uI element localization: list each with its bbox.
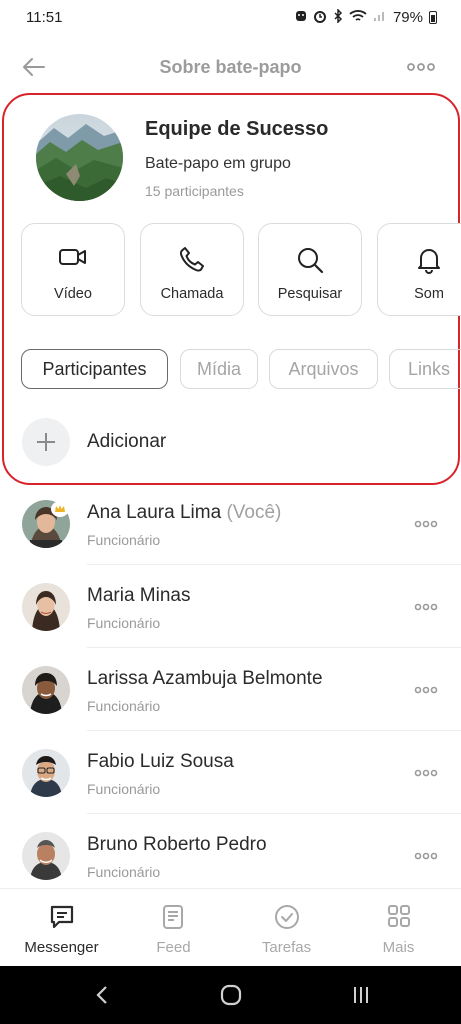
- nav-messenger-label: Messenger: [24, 939, 99, 956]
- video-call-label: Vídeo: [54, 286, 92, 302]
- group-avatar[interactable]: [36, 114, 123, 201]
- member-role: Funcionário: [87, 532, 161, 548]
- add-circle: [22, 418, 70, 466]
- recents-icon: [354, 987, 368, 1003]
- phone-icon: [179, 247, 204, 272]
- wifi-icon: [349, 9, 367, 26]
- member-role: Funcionário: [87, 781, 161, 797]
- feed-icon: [162, 905, 183, 929]
- signal-icon: [373, 9, 387, 25]
- chevron-left-icon: [96, 986, 107, 1004]
- member-name: Ana Laura Lima (Você): [87, 502, 282, 523]
- more-horizontal-icon: [414, 686, 438, 694]
- status-bar: 11:51 79%: [0, 0, 461, 34]
- mountain-landscape-image: [36, 114, 123, 201]
- section-tabs: Participantes Mídia Arquivos Links: [21, 349, 461, 391]
- member-name: Maria Minas: [87, 585, 191, 606]
- sound-button[interactable]: Som: [377, 223, 461, 316]
- action-buttons-row: Vídeo Chamada Pesquisar Som: [21, 223, 461, 317]
- more-horizontal-icon: [414, 852, 438, 860]
- arrow-left-icon: [23, 58, 45, 76]
- top-app-bar: Sobre bate-papo: [0, 44, 461, 90]
- list-item[interactable]: Larissa Azambuja Belmonte Funcionário: [0, 648, 461, 731]
- tab-media[interactable]: Mídia: [180, 349, 258, 389]
- search-button[interactable]: Pesquisar: [258, 223, 362, 316]
- back-button[interactable]: [18, 52, 50, 82]
- tab-participants[interactable]: Participantes: [21, 349, 168, 389]
- group-name: Equipe de Sucesso: [145, 118, 329, 140]
- page-title: Sobre bate-papo: [159, 56, 302, 77]
- home-circle-icon: [220, 984, 242, 1006]
- avatar: [22, 666, 70, 714]
- video-call-button[interactable]: Vídeo: [21, 223, 125, 316]
- system-home-button[interactable]: [211, 980, 251, 1010]
- plus-icon: [37, 433, 55, 451]
- participants-list: Ana Laura Lima (Você) Funcionário Maria …: [0, 482, 461, 886]
- tab-links[interactable]: Links: [389, 349, 461, 389]
- more-horizontal-icon: [414, 603, 438, 611]
- list-item[interactable]: Ana Laura Lima (Você) Funcionário: [0, 482, 461, 565]
- status-time: 11:51: [26, 8, 63, 26]
- nav-tasks-label: Tarefas: [261, 939, 312, 956]
- nav-messenger[interactable]: Messenger: [4, 889, 119, 967]
- more-horizontal-icon: [414, 769, 438, 777]
- tab-files[interactable]: Arquivos: [269, 349, 378, 389]
- bottom-navigation: Messenger Feed Tarefas Mais: [0, 888, 461, 966]
- check-circle-icon: [274, 905, 299, 929]
- grid-icon: [387, 905, 410, 927]
- add-participant-button[interactable]: Adicionar: [22, 418, 442, 468]
- avatar: [22, 749, 70, 797]
- sound-label: Som: [414, 286, 444, 302]
- member-role: Funcionário: [87, 698, 161, 714]
- nav-feed-label: Feed: [156, 939, 191, 956]
- bell-icon: [418, 249, 440, 274]
- crown-icon: [51, 501, 69, 517]
- add-participant-label: Adicionar: [87, 431, 167, 452]
- list-item[interactable]: Bruno Roberto Pedro Funcionário: [0, 814, 461, 886]
- system-back-button[interactable]: [82, 980, 122, 1010]
- more-options-button[interactable]: [405, 54, 437, 80]
- system-navigation-bar: [0, 966, 461, 1024]
- status-icons: 79%: [295, 7, 437, 26]
- member-role: Funcionário: [87, 615, 161, 631]
- nav-tasks[interactable]: Tarefas: [229, 889, 344, 967]
- bluetooth-icon: [333, 7, 343, 26]
- member-name: Bruno Roberto Pedro: [87, 834, 267, 855]
- member-role: Funcionário: [87, 864, 161, 880]
- member-more-button[interactable]: [411, 678, 441, 702]
- search-icon: [298, 248, 324, 274]
- battery-icon: [429, 10, 437, 24]
- search-label: Pesquisar: [277, 286, 343, 302]
- nav-more-label: Mais: [382, 939, 415, 956]
- video-camera-icon: [59, 249, 86, 265]
- group-header: Equipe de Sucesso Bate-papo em grupo 15 …: [36, 114, 436, 204]
- list-item[interactable]: Maria Minas Funcionário: [0, 565, 461, 648]
- more-horizontal-icon: [407, 63, 435, 71]
- avatar: [22, 832, 70, 880]
- notification-icon: [295, 9, 307, 25]
- list-item[interactable]: Fabio Luiz Sousa Funcionário: [0, 731, 461, 814]
- nav-more[interactable]: Mais: [341, 889, 456, 967]
- member-name: Larissa Azambuja Belmonte: [87, 668, 323, 689]
- more-horizontal-icon: [414, 520, 438, 528]
- member-more-button[interactable]: [411, 595, 441, 619]
- nav-feed[interactable]: Feed: [116, 889, 231, 967]
- system-recents-button[interactable]: [341, 980, 381, 1010]
- member-name: Fabio Luiz Sousa: [87, 751, 234, 772]
- audio-call-label: Chamada: [160, 286, 224, 302]
- battery-percent: 79%: [392, 8, 423, 26]
- chat-icon: [50, 905, 73, 929]
- avatar: [22, 583, 70, 631]
- member-more-button[interactable]: [411, 844, 441, 868]
- group-type: Bate-papo em grupo: [145, 155, 291, 172]
- member-more-button[interactable]: [411, 761, 441, 785]
- member-more-button[interactable]: [411, 512, 441, 536]
- alarm-icon: [313, 9, 327, 26]
- you-tag: (Você): [226, 502, 282, 523]
- participants-count: 15 participantes: [145, 183, 244, 199]
- audio-call-button[interactable]: Chamada: [140, 223, 244, 316]
